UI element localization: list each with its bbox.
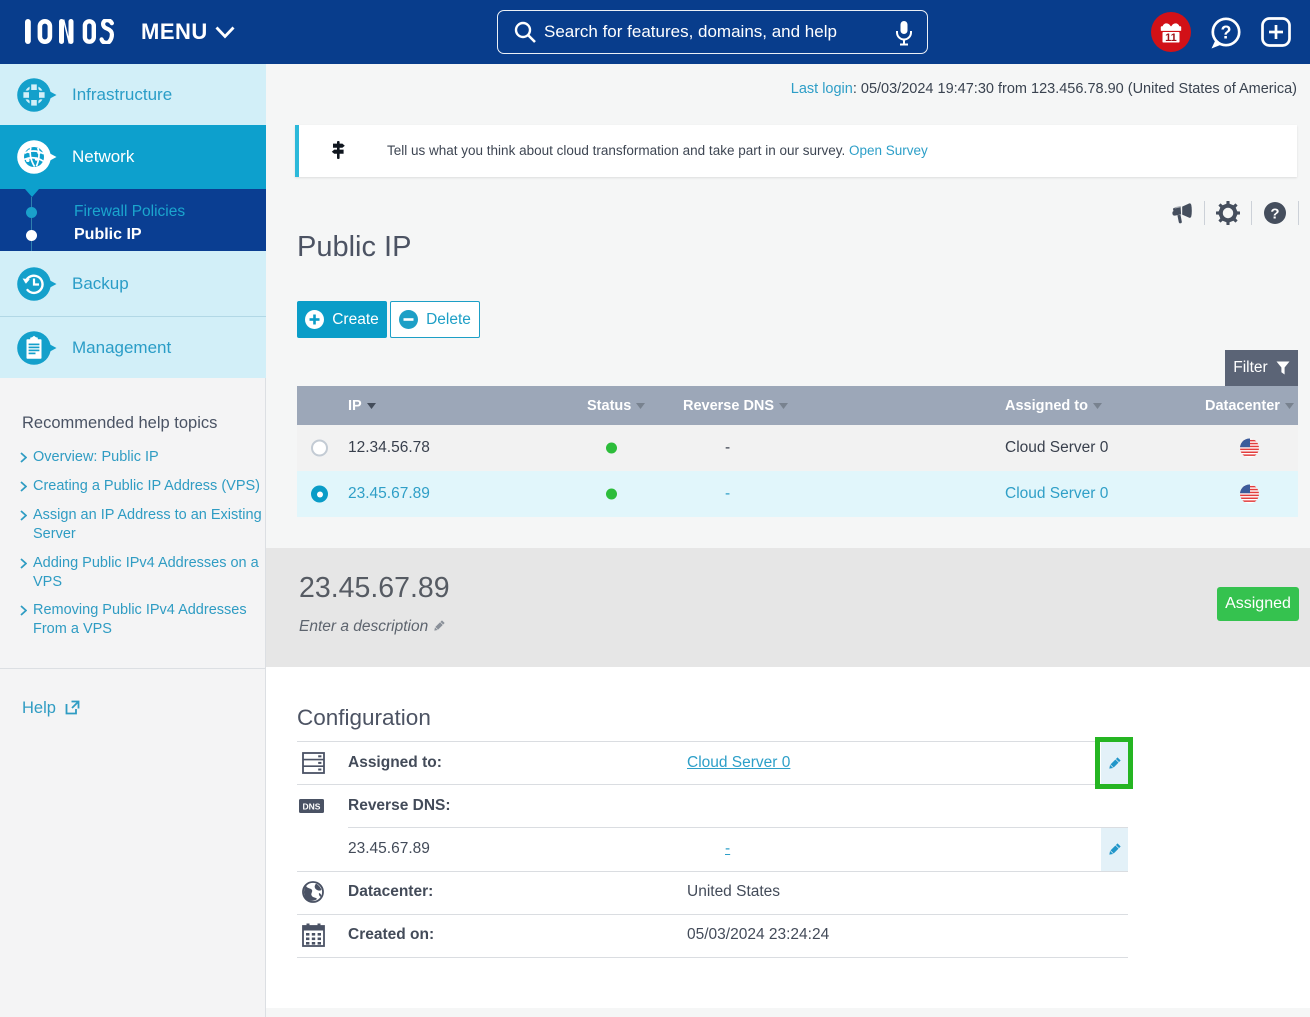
svg-text:?: ? (1221, 23, 1232, 43)
svg-text:11: 11 (1165, 32, 1177, 44)
svg-text:DNS: DNS (303, 802, 321, 812)
svg-text:?: ? (1270, 206, 1279, 223)
